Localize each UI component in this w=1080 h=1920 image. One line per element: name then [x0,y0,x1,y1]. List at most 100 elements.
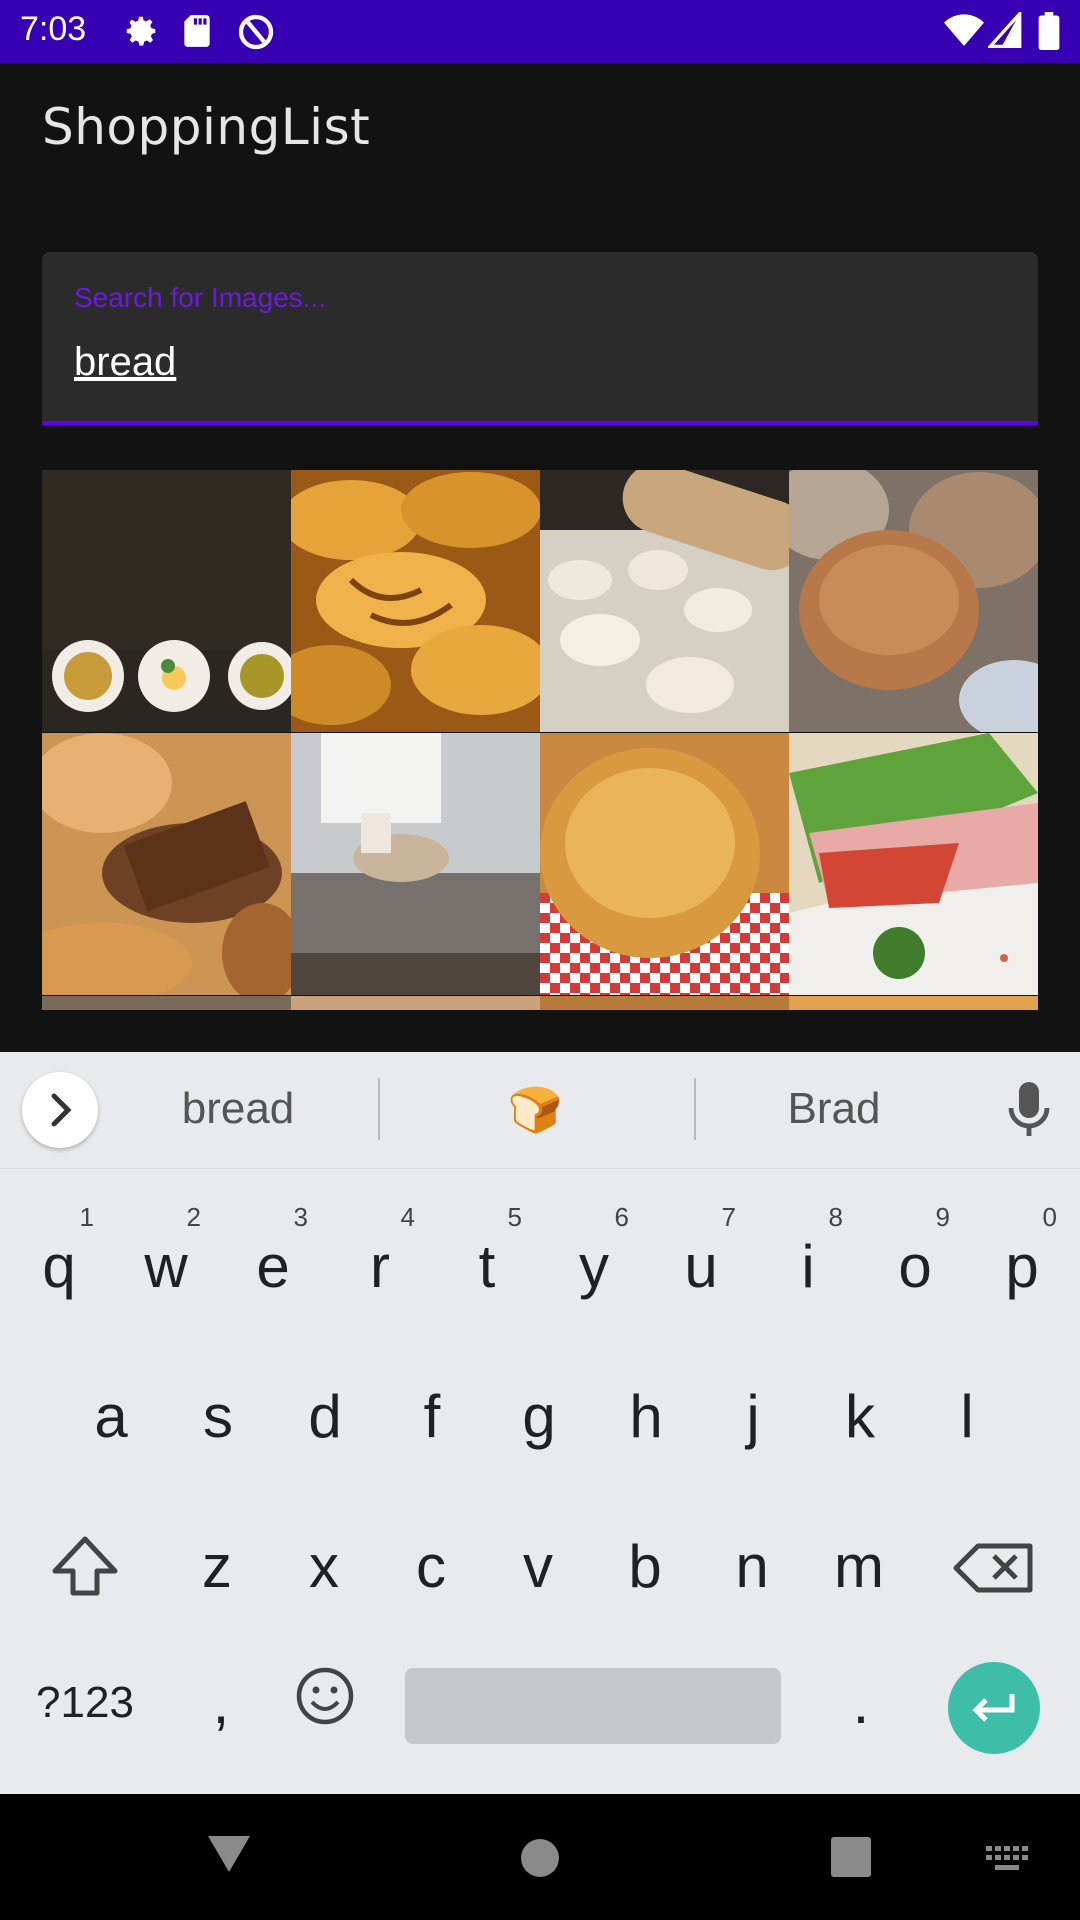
key-letter: a [94,1383,128,1450]
keyboard-switch-icon[interactable] [986,1846,1030,1878]
symbols-key[interactable]: ?123 [20,1644,150,1784]
key-b[interactable]: b [592,1492,698,1632]
key-letter: d [308,1383,342,1450]
rustic-bread-loaves-image[interactable] [789,470,1038,732]
key-j[interactable]: j [700,1342,806,1482]
backspace-key[interactable] [942,1492,1048,1632]
key-t[interactable]: t5 [434,1192,540,1332]
key-h[interactable]: h [593,1342,699,1482]
search-field[interactable]: Search for Images... [42,252,1038,425]
chevron-right-icon [51,1093,72,1127]
key-i[interactable]: i8 [755,1192,861,1332]
key-letter: l [960,1383,974,1450]
key-z[interactable]: z [164,1492,270,1632]
key-letter: b [628,1533,662,1600]
sd-card-icon [180,12,214,54]
suggestion-2[interactable]: 🍞 [470,1084,600,1136]
soft-keyboard: bread 🍞 Brad ?123 , . q1w2e3r4t5y6u7i8o9… [0,1052,1080,1794]
key-number-hint: 4 [400,1202,415,1232]
grid-tile-partial[interactable] [291,996,540,1010]
key-r[interactable]: r4 [327,1192,433,1332]
battery-icon [1038,12,1060,54]
key-letter: s [203,1383,233,1450]
key-number-hint: 0 [1042,1202,1057,1232]
grid-tile-partial[interactable] [540,996,789,1010]
key-number-hint: 8 [828,1202,843,1232]
key-letter: h [629,1383,663,1450]
key-letter: n [735,1533,769,1600]
key-w[interactable]: w2 [113,1192,219,1332]
status-bar: 7:03 [0,0,1080,63]
search-label: Search for Images... [74,282,327,313]
home-icon[interactable] [520,1838,560,1882]
key-letter: f [423,1383,441,1450]
key-v[interactable]: v [485,1492,591,1632]
key-u[interactable]: u7 [648,1192,754,1332]
key-letter: i [801,1233,815,1300]
key-letter: r [370,1233,390,1300]
croissants-image[interactable] [291,470,540,732]
bread-assortment-image[interactable] [42,733,291,995]
app-title: ShoppingList [42,98,371,156]
key-f[interactable]: f [379,1342,485,1482]
key-p[interactable]: p0 [969,1192,1075,1332]
key-letter: c [416,1533,446,1600]
key-s[interactable]: s [165,1342,271,1482]
key-q[interactable]: q1 [6,1192,112,1332]
navigation-bar [0,1794,1080,1920]
dough-balls-image[interactable] [540,470,789,732]
key-number-hint: 9 [935,1202,950,1232]
key-number-hint: 2 [186,1202,201,1232]
recents-icon[interactable] [830,1836,872,1882]
key-c[interactable]: c [378,1492,484,1632]
key-letter: e [256,1233,290,1300]
image-grid [42,470,1038,1010]
search-input[interactable] [74,340,974,385]
round-bread-checkered-image[interactable] [540,733,789,995]
comma-key[interactable]: , [168,1644,274,1784]
key-n[interactable]: n [699,1492,805,1632]
key-number-hint: 5 [507,1202,522,1232]
kneading-dough-image[interactable] [291,733,540,995]
key-m[interactable]: m [806,1492,912,1632]
period-key[interactable]: . [808,1644,914,1784]
key-letter: y [579,1233,609,1300]
enter-icon [972,1694,1015,1722]
key-d[interactable]: d [272,1342,378,1482]
key-g[interactable]: g [486,1342,592,1482]
key-e[interactable]: e3 [220,1192,326,1332]
wifi-icon [944,14,984,52]
grid-tile-partial[interactable] [42,996,291,1010]
suggestion-divider [378,1078,380,1140]
key-letter: p [1005,1233,1039,1300]
smiley-icon [296,1667,354,1725]
space-key[interactable] [405,1668,781,1744]
emoji-key[interactable] [272,1644,378,1784]
key-l[interactable]: l [914,1342,1020,1482]
grid-tile-partial[interactable] [789,996,1038,1010]
key-letter: j [746,1383,760,1450]
key-letter: x [309,1533,339,1600]
suggestion-1[interactable]: bread [158,1084,318,1134]
key-x[interactable]: x [271,1492,377,1632]
key-o[interactable]: o9 [862,1192,968,1332]
suggestion-bar: bread 🍞 Brad [0,1052,1080,1169]
signal-icon [986,9,1022,52]
ham-sandwich-image[interactable] [789,733,1038,995]
key-letter: k [845,1383,875,1450]
key-number-hint: 3 [293,1202,308,1232]
bowls-on-dark-image[interactable] [42,470,291,732]
key-number-hint: 1 [79,1202,94,1232]
key-y[interactable]: y6 [541,1192,647,1332]
key-letter: g [522,1383,556,1450]
key-a[interactable]: a [58,1342,164,1482]
microphone-icon[interactable] [1004,1080,1054,1144]
key-number-hint: 7 [721,1202,736,1232]
suggestion-3[interactable]: Brad [760,1084,908,1134]
key-letter: z [202,1533,232,1600]
enter-key[interactable] [948,1662,1040,1754]
shift-key[interactable] [32,1492,138,1632]
back-icon[interactable] [204,1832,254,1880]
expand-toolbar-button[interactable] [22,1072,98,1148]
key-k[interactable]: k [807,1342,913,1482]
